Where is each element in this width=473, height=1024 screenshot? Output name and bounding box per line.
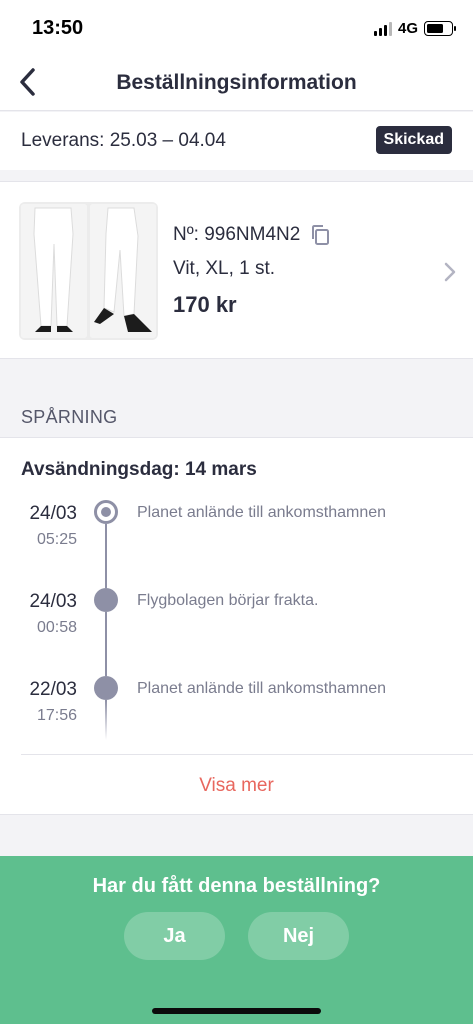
dispatch-date: Avsändningsdag: 14 mars (21, 459, 257, 480)
product-photo-front (21, 204, 87, 338)
tracking-header: SPÅRNING (0, 388, 473, 437)
product-info: Nº: 996NM4N2 Vit, XL, 1 st. 170 kr (173, 224, 330, 318)
no-button[interactable]: Nej (248, 912, 349, 960)
status-dot-icon (94, 676, 118, 700)
nav-bar: Beställningsinformation (0, 56, 473, 111)
show-more-link[interactable]: Visa mer (0, 775, 473, 797)
timeline-line (105, 524, 107, 588)
network-label: 4G (397, 20, 418, 37)
tracking-card: Avsändningsdag: 14 mars 24/03 05:25 Plan… (0, 437, 473, 815)
tracking-title: SPÅRNING (21, 407, 118, 427)
order-number: Nº: 996NM4N2 (173, 224, 301, 245)
battery-icon (424, 21, 456, 36)
copy-icon[interactable] (310, 224, 330, 246)
signal-icon (373, 21, 392, 36)
event-text: Flygbolagen börjar frakta. (137, 592, 319, 609)
status-bar: 13:50 4G (0, 0, 473, 56)
timeline-event: 22/03 17:56 Planet anlände till ankomsth… (0, 674, 473, 762)
chevron-right-icon (444, 262, 456, 282)
yes-button[interactable]: Ja (124, 912, 225, 960)
product-price: 170 kr (173, 292, 237, 317)
event-text: Planet anlände till ankomsthamnen (137, 680, 387, 697)
page-title: Beställningsinformation (116, 71, 357, 94)
status-indicators: 4G (373, 20, 456, 37)
status-badge: Skickad (375, 126, 452, 154)
order-number-row: Nº: 996NM4N2 (173, 224, 330, 246)
event-time: 17:56 (36, 707, 77, 724)
timeline-event: 24/03 05:25 Planet anlände till ankomsth… (0, 498, 473, 588)
delivery-window: Leverans: 25.03 – 04.04 (21, 130, 226, 151)
confirmation-question: Har du fått denna beställning? (92, 875, 381, 897)
pants-illustration (90, 204, 156, 338)
event-time: 00:58 (36, 619, 77, 636)
timeline-line (105, 612, 107, 676)
product-variant: Vit, XL, 1 st. (173, 258, 276, 279)
event-date: 24/03 (29, 503, 77, 524)
delivery-bar: Leverans: 25.03 – 04.04 Skickad (0, 112, 473, 170)
product-image (19, 202, 158, 340)
divider (21, 754, 473, 755)
home-indicator[interactable] (152, 1008, 321, 1014)
current-status-icon (94, 500, 118, 524)
event-time: 05:25 (36, 531, 77, 548)
pants-illustration (21, 204, 87, 338)
product-photo-side (90, 204, 156, 338)
product-card[interactable]: Nº: 996NM4N2 Vit, XL, 1 st. 170 kr (0, 181, 473, 359)
timeline-event: 24/03 00:58 Flygbolagen börjar frakta. (0, 586, 473, 676)
status-time: 13:50 (32, 17, 84, 39)
timeline-line (105, 700, 107, 740)
event-date: 24/03 (29, 591, 77, 612)
confirmation-panel: Har du fått denna beställning? Ja Nej (0, 856, 473, 1024)
event-date: 22/03 (29, 679, 77, 700)
battery-fill (427, 24, 444, 33)
status-dot-icon (94, 588, 118, 612)
event-text: Planet anlände till ankomsthamnen (137, 504, 387, 521)
